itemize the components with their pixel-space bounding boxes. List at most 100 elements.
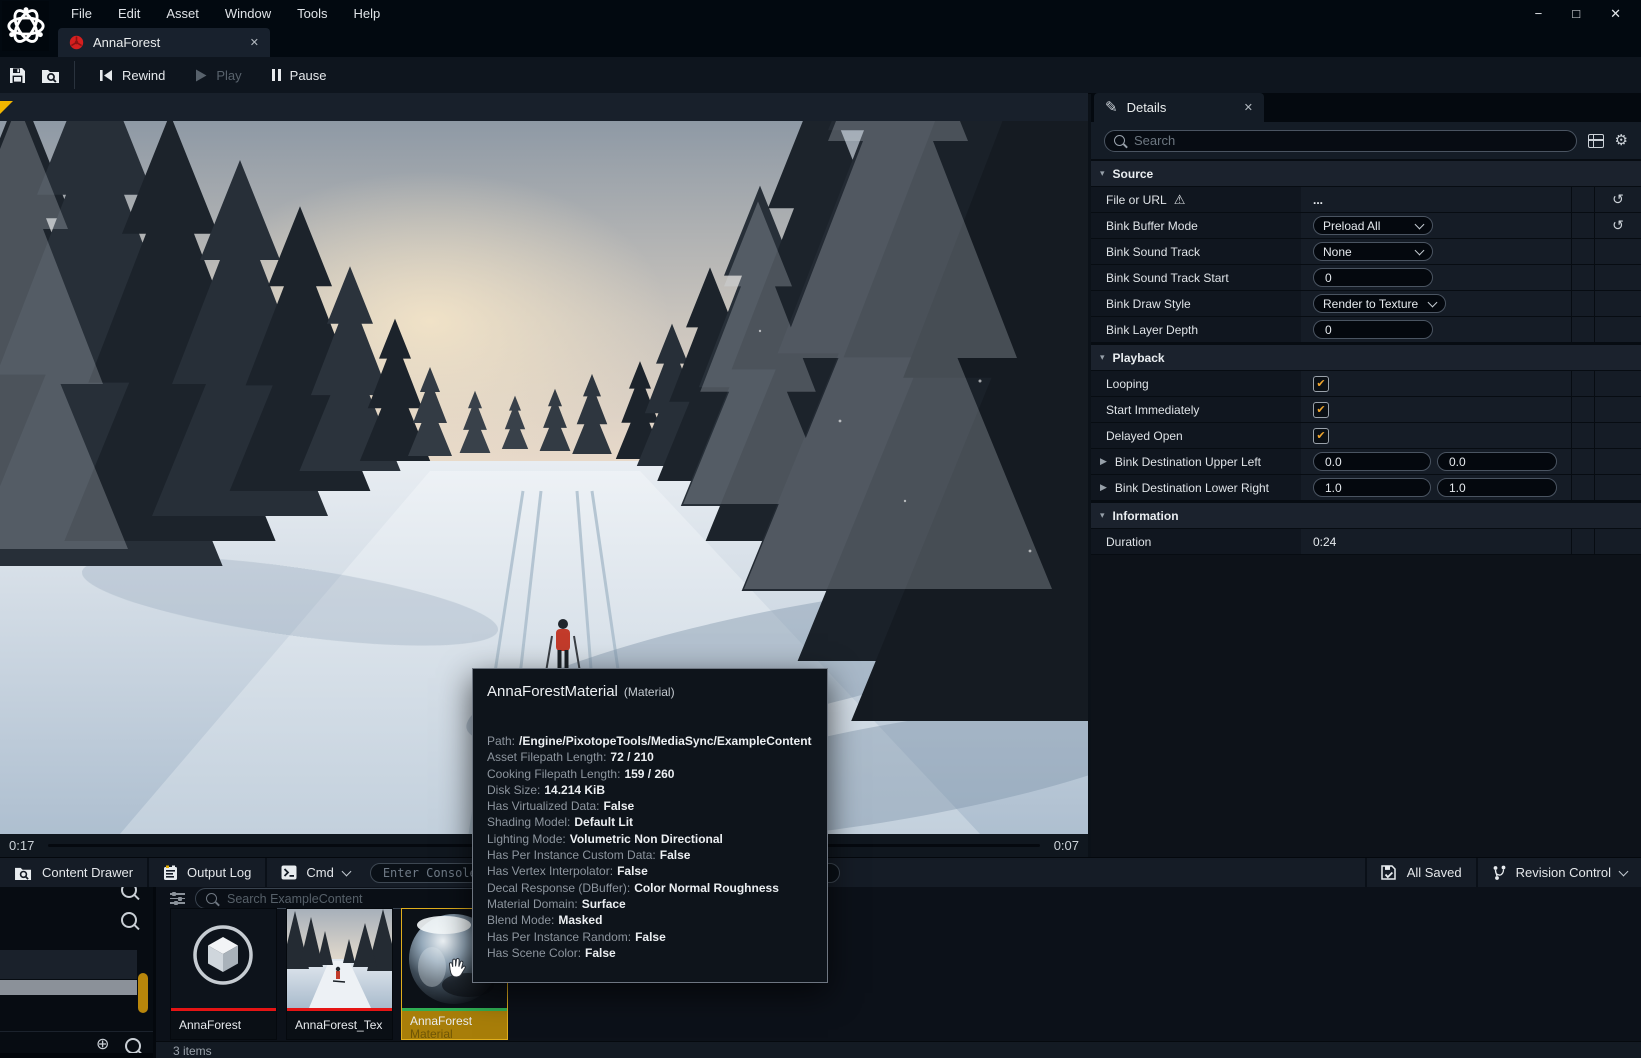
search-icon[interactable] [125, 1038, 141, 1054]
revision-control-button[interactable]: Revision Control [1478, 858, 1641, 887]
row-bink-sound-track: Bink Sound Track None [1091, 239, 1641, 265]
dest-lower-right-label: Bink Destination Lower Right [1115, 481, 1269, 495]
unsaved-corner-marker [0, 101, 13, 114]
browse-to-asset-button[interactable] [34, 57, 68, 93]
start-immediately-checkbox[interactable]: ✔ [1313, 402, 1329, 418]
dest-lower-right-x-input[interactable] [1323, 480, 1421, 496]
cell-spacer [1571, 291, 1594, 316]
content-sources-panel: ⊕ [0, 887, 156, 1058]
delayed-open-checkbox[interactable]: ✔ [1313, 428, 1329, 444]
menu-edit[interactable]: Edit [105, 0, 153, 28]
content-drawer-button[interactable]: Content Drawer [0, 858, 147, 887]
buffer-mode-dropdown[interactable]: Preload All [1313, 216, 1433, 235]
details-search-box[interactable] [1104, 130, 1577, 152]
cell-blank [1594, 449, 1641, 474]
row-file-or-url: File or URL ⚠ ... ↺ [1091, 187, 1641, 213]
rewind-button[interactable]: Rewind [84, 57, 180, 93]
looping-label: Looping [1106, 377, 1149, 391]
draw-style-dropdown[interactable]: Render to Texture [1313, 294, 1446, 313]
cell-blank [1594, 291, 1641, 316]
menu-file[interactable]: File [58, 0, 105, 28]
dest-upper-left-x-input[interactable] [1323, 454, 1421, 470]
duration-value: 0:24 [1313, 535, 1336, 549]
row-duration: Duration 0:24 [1091, 529, 1641, 555]
details-panel: ✎ Details ✕ ⚙ ▾ Source File or URL ⚠ ...… [1091, 93, 1641, 857]
cell-spacer [1571, 317, 1594, 342]
cmd-dropdown[interactable]: Cmd [267, 858, 363, 887]
cell-spacer [1571, 265, 1594, 290]
section-source-title: Source [1113, 167, 1154, 181]
scrollbar-thumb[interactable] [138, 973, 148, 1013]
viewport-header-strip [0, 93, 1088, 121]
section-information[interactable]: ▾ Information [1091, 501, 1641, 529]
close-button[interactable]: ✕ [1610, 6, 1621, 22]
tab-details[interactable]: ✎ Details ✕ [1094, 93, 1264, 122]
menu-asset[interactable]: Asset [153, 0, 212, 28]
menu-window[interactable]: Window [212, 0, 284, 28]
sound-track-start-input[interactable] [1323, 270, 1423, 286]
section-source[interactable]: ▾ Source [1091, 159, 1641, 187]
cell-spacer [1571, 213, 1594, 238]
reset-to-default-icon[interactable]: ↺ [1594, 213, 1641, 238]
asset-browser-area: AnnaForest [156, 887, 1641, 1058]
reset-to-default-icon[interactable]: ↺ [1594, 187, 1641, 212]
source-list-item-selected[interactable] [0, 980, 137, 995]
rewind-icon [99, 69, 113, 82]
minimize-button[interactable]: − [1535, 6, 1543, 22]
expand-icon[interactable]: ▶ [1100, 482, 1107, 493]
cell-blank [1594, 317, 1641, 342]
all-saved-button[interactable]: All Saved [1367, 858, 1476, 887]
section-information-title: Information [1113, 509, 1179, 523]
pause-button[interactable]: Pause [257, 57, 342, 93]
file-or-url-browse-button[interactable]: ... [1313, 193, 1323, 207]
search-icon[interactable] [121, 887, 137, 898]
cell-spacer [1571, 397, 1594, 422]
details-search-row: ⚙ [1091, 122, 1641, 159]
terminal-icon [281, 865, 297, 880]
maximize-button[interactable]: □ [1572, 6, 1580, 22]
folder-search-icon [41, 67, 61, 84]
tab-label: AnnaForest [93, 35, 160, 50]
content-drawer-icon [14, 865, 33, 881]
details-tab-label: Details [1127, 100, 1167, 115]
display-options-icon[interactable] [1588, 134, 1604, 148]
chevron-down-icon [1415, 245, 1425, 255]
source-list-item[interactable] [0, 950, 137, 979]
details-tab-close-icon[interactable]: ✕ [1244, 101, 1253, 114]
cell-blank [1594, 265, 1641, 290]
cell-spacer [1571, 475, 1594, 500]
menu-help[interactable]: Help [340, 0, 393, 28]
expand-icon[interactable]: ▶ [1100, 456, 1107, 467]
tab-close-icon[interactable]: ✕ [250, 36, 259, 49]
layer-depth-input[interactable] [1323, 322, 1423, 338]
asset-name: AnnaForest_Tex [287, 1011, 392, 1039]
add-source-icon[interactable]: ⊕ [96, 1037, 109, 1053]
sound-track-dropdown[interactable]: None [1313, 242, 1433, 261]
all-saved-label: All Saved [1407, 865, 1462, 880]
output-log-button[interactable]: Output Log [149, 858, 265, 887]
asset-name: AnnaForest [171, 1011, 276, 1039]
tooltip-title: AnnaForestMaterial [487, 683, 618, 700]
play-button[interactable]: Play [180, 57, 256, 93]
details-search-input[interactable] [1132, 132, 1567, 149]
asset-tile-annaforest-bink[interactable]: AnnaForest [170, 908, 277, 1040]
row-looping: Looping ✔ [1091, 371, 1641, 397]
menu-tools[interactable]: Tools [284, 0, 340, 28]
pencil-icon: ✎ [1105, 100, 1118, 115]
dest-upper-left-y-input[interactable] [1447, 454, 1547, 470]
filter-icon[interactable] [170, 892, 185, 905]
asset-tile-annaforest-tex[interactable]: AnnaForest_Tex [286, 908, 393, 1040]
settings-gear-icon[interactable]: ⚙ [1615, 133, 1628, 148]
panel-bottom-strip [0, 1053, 153, 1058]
panel-divider [0, 1031, 153, 1032]
save-icon [9, 67, 26, 84]
search-icon[interactable] [121, 912, 137, 928]
save-button[interactable] [0, 57, 34, 93]
collapse-icon: ▾ [1100, 168, 1105, 179]
tab-annaforest[interactable]: AnnaForest ✕ [58, 28, 270, 57]
dest-lower-right-y-input[interactable] [1447, 480, 1547, 496]
section-playback[interactable]: ▾ Playback [1091, 343, 1641, 371]
looping-checkbox[interactable]: ✔ [1313, 376, 1329, 392]
asset-tooltip: AnnaForestMaterial (Material) Path:/Engi… [472, 668, 828, 983]
asset-thumbnail [287, 909, 392, 1008]
